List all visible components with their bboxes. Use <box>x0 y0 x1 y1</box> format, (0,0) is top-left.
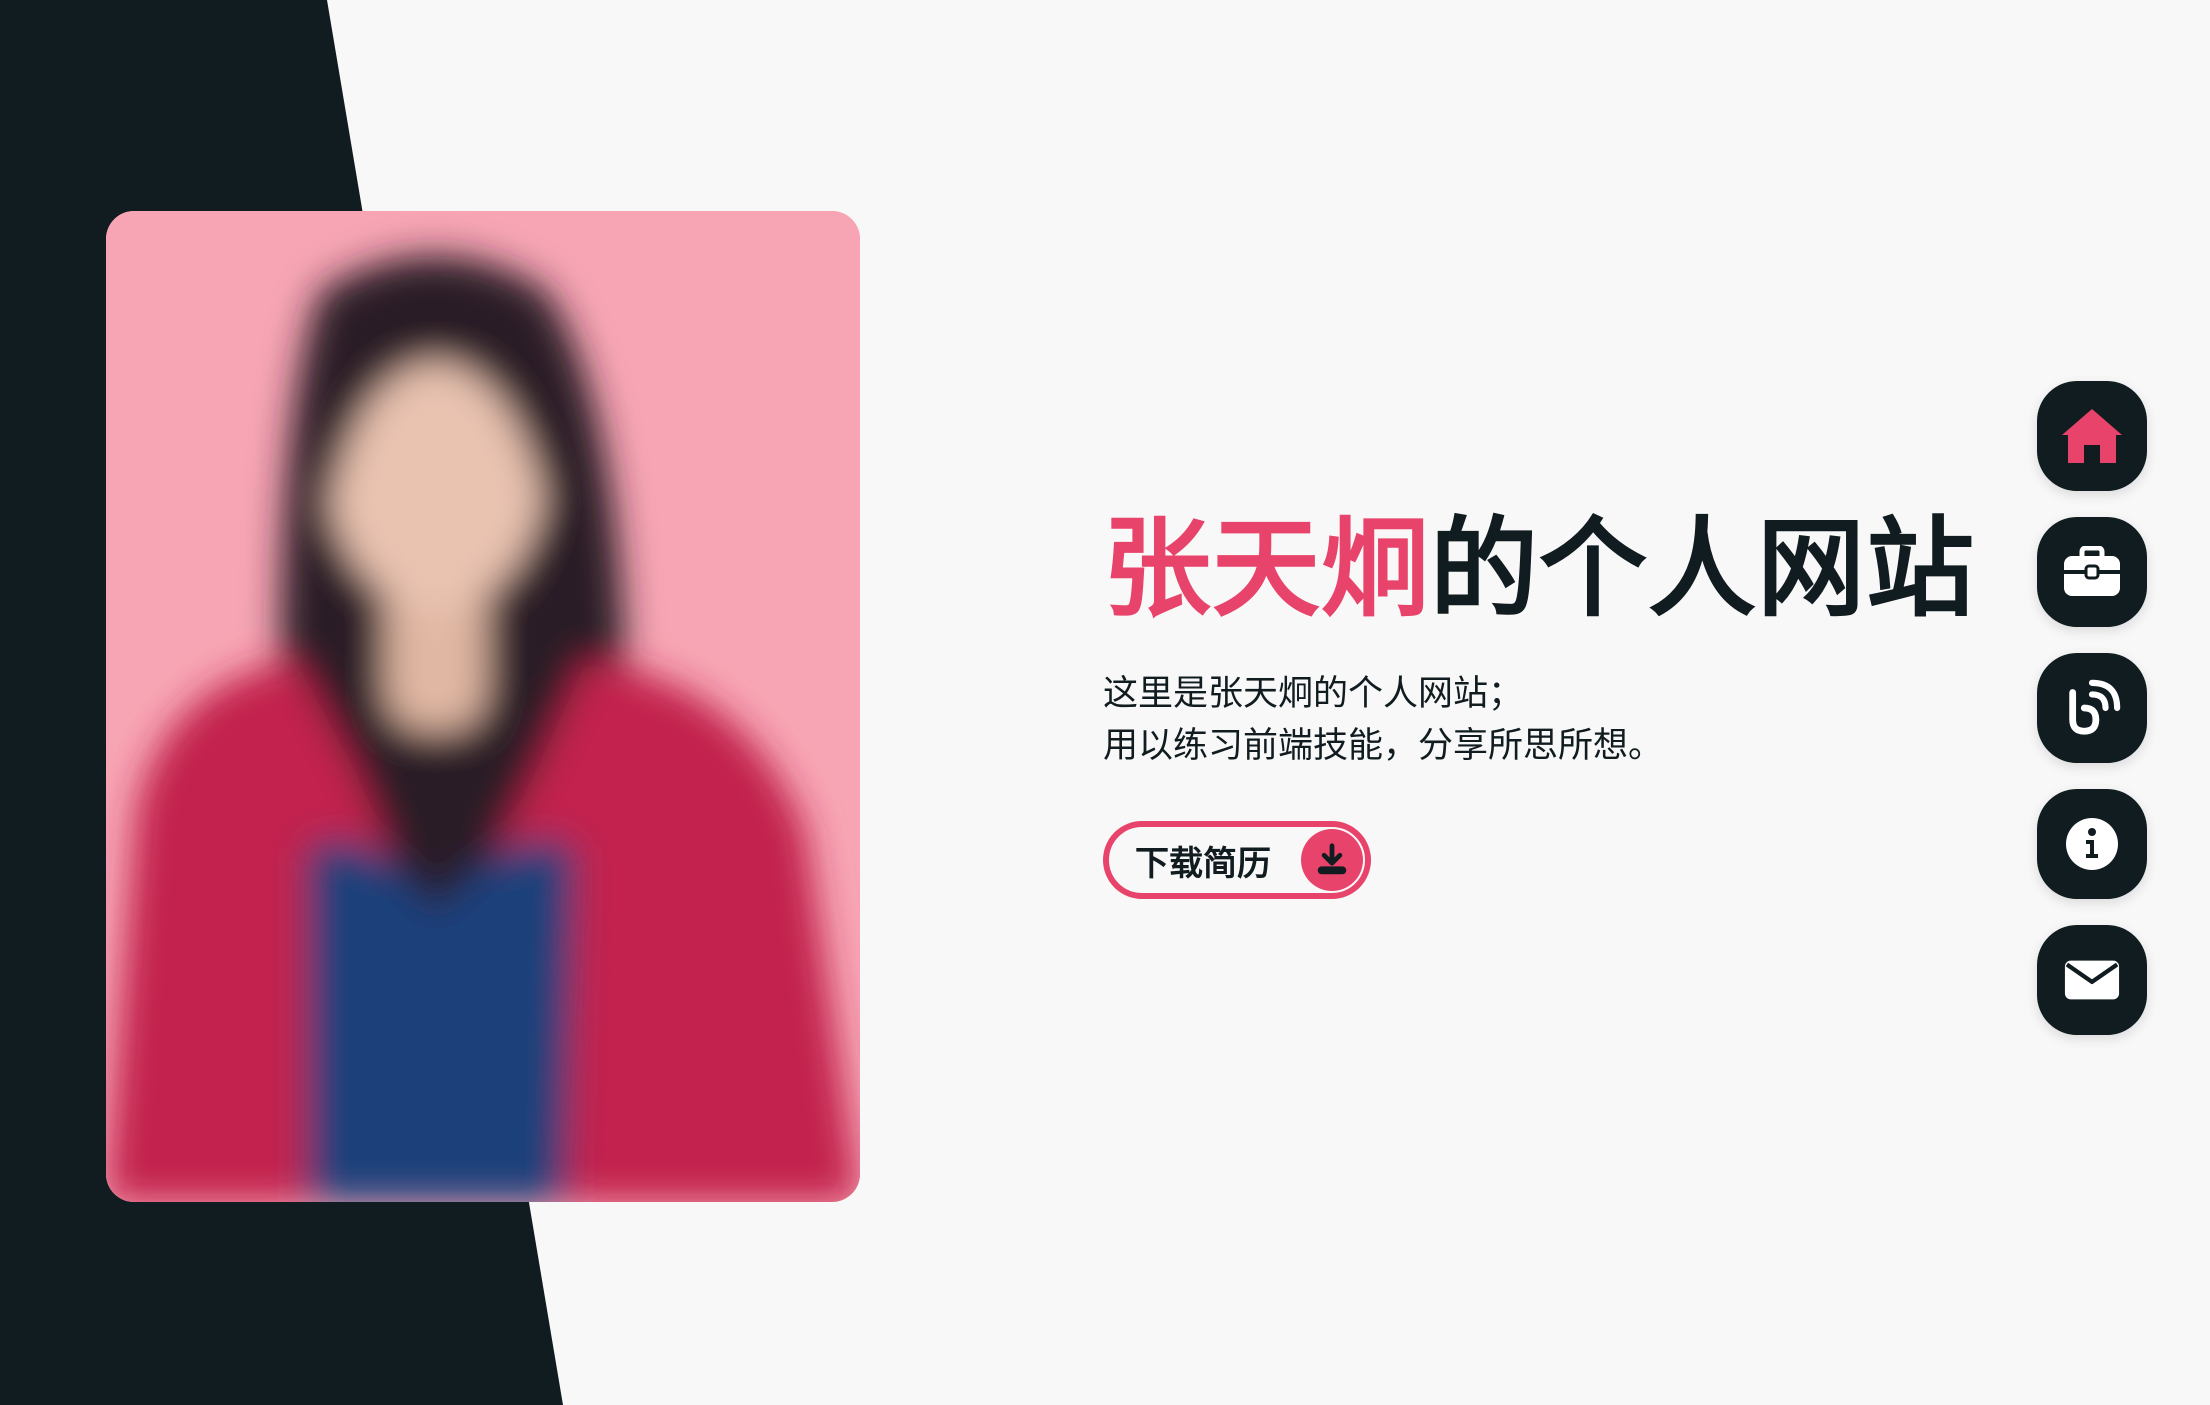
info-icon <box>2064 816 2120 872</box>
download-cv-label: 下载简历 <box>1135 843 1271 884</box>
hero-section: 张天炯的个人网站 这里是张天炯的个人网站； 用以练习前端技能，分享所思所想。 <box>1103 500 2003 772</box>
page-title: 张天炯的个人网站 <box>1103 500 2003 640</box>
nav-blog-button[interactable] <box>2037 653 2147 763</box>
intro-line-1: 这里是张天炯的个人网站； <box>1103 674 1524 714</box>
nav-home-button[interactable] <box>2037 381 2147 491</box>
nav-contact-button[interactable] <box>2037 925 2147 1035</box>
title-suffix: 的个人网站 <box>1430 507 1976 632</box>
mail-icon <box>2063 958 2121 1002</box>
intro-line-2: 用以练习前端技能，分享所思所想。 <box>1103 726 1664 766</box>
side-nav <box>2037 381 2147 1061</box>
download-icon <box>1301 829 1363 891</box>
home-icon <box>2060 407 2124 465</box>
briefcase-icon <box>2062 546 2122 598</box>
download-cv-button[interactable]: 下载简历 <box>1103 821 1371 899</box>
title-name: 张天炯 <box>1103 507 1431 632</box>
nav-portfolio-button[interactable] <box>2037 517 2147 627</box>
profile-photo <box>106 211 860 1202</box>
intro-text: 这里是张天炯的个人网站； 用以练习前端技能，分享所思所想。 <box>1103 668 2003 772</box>
blog-icon <box>2063 679 2121 737</box>
page: 张天炯的个人网站 这里是张天炯的个人网站； 用以练习前端技能，分享所思所想。 下… <box>0 0 2210 1405</box>
nav-about-button[interactable] <box>2037 789 2147 899</box>
